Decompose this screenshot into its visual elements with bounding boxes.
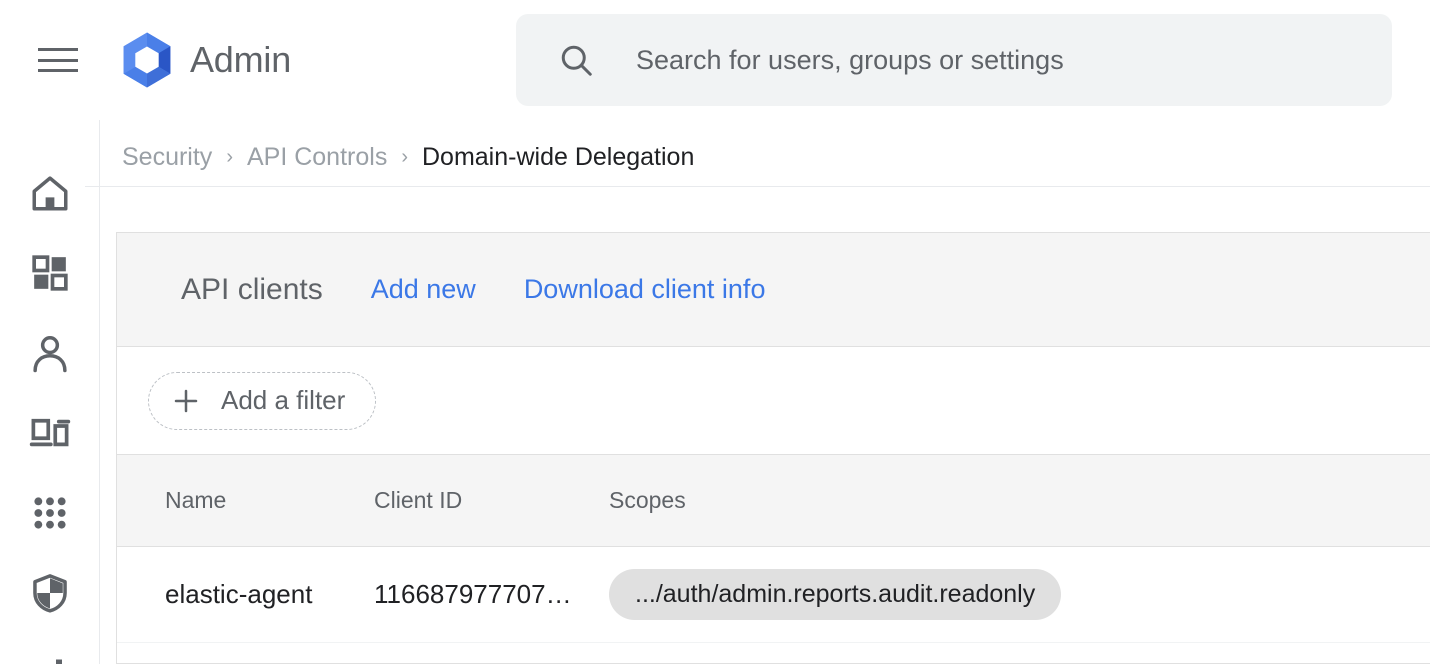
scope-chip[interactable]: .../auth/admin.reports.audit.readonly [609, 569, 1061, 620]
sidebar-item-apps[interactable] [0, 482, 99, 544]
add-new-button[interactable]: Add new [371, 274, 476, 305]
apps-grid-icon [30, 493, 70, 533]
table-body: elastic-agent 116687977707… .../auth/adm… [117, 547, 1430, 643]
header-divider [85, 186, 1430, 187]
column-header-scopes-label: Scopes [609, 487, 686, 514]
search-bar[interactable] [516, 14, 1392, 106]
column-header-name-label: Name [165, 487, 226, 514]
brand-title: Admin [190, 39, 291, 81]
breadcrumb-separator: › [226, 147, 233, 167]
page-title: API clients [181, 273, 323, 307]
sidebar-item-security[interactable] [0, 562, 99, 624]
devices-icon [29, 412, 71, 454]
home-icon [29, 172, 71, 214]
search-input[interactable] [636, 45, 1336, 76]
api-clients-card: API clients Add new Download client info… [116, 232, 1430, 664]
hamburger-bar [38, 59, 78, 62]
dashboard-icon [30, 253, 70, 293]
client-name-value: elastic-agent [165, 579, 312, 610]
column-header-client-id: Client ID [374, 455, 462, 546]
hamburger-menu-icon[interactable] [38, 44, 78, 76]
left-navigation-rail [0, 120, 100, 664]
hamburger-bar [38, 48, 78, 51]
sidebar-item-home[interactable] [0, 162, 99, 224]
breadcrumb-item-domain-wide-delegation: Domain-wide Delegation [422, 143, 694, 172]
sidebar-item-directory[interactable] [0, 322, 99, 384]
person-icon [29, 332, 71, 374]
filter-area: Add a filter [117, 347, 1430, 455]
breadcrumb-item-security[interactable]: Security [122, 143, 212, 172]
sidebar-item-reporting[interactable] [0, 642, 99, 664]
breadcrumb: Security › API Controls › Domain-wide De… [122, 138, 694, 176]
hamburger-bar [38, 69, 78, 72]
breadcrumb-item-api-controls[interactable]: API Controls [247, 143, 387, 172]
table-row[interactable]: elastic-agent 116687977707… .../auth/adm… [117, 547, 1430, 643]
shield-icon [29, 572, 71, 614]
admin-console-page: Admin [0, 0, 1430, 664]
cell-name: elastic-agent [165, 547, 312, 642]
cell-client-id: 116687977707… [374, 547, 572, 642]
cell-scopes: .../auth/admin.reports.audit.readonly [609, 547, 1061, 642]
add-filter-button[interactable]: Add a filter [148, 372, 376, 430]
column-header-name: Name [165, 455, 226, 546]
reporting-icon [32, 655, 68, 664]
column-header-client-id-label: Client ID [374, 487, 462, 514]
plus-icon [171, 386, 201, 416]
brand-home-link[interactable]: Admin [114, 26, 291, 94]
top-app-bar: Admin [0, 0, 1430, 120]
client-id-value: 116687977707… [374, 579, 572, 610]
sidebar-item-devices[interactable] [0, 402, 99, 464]
google-admin-hexagon-logo [114, 27, 180, 93]
breadcrumb-separator: › [401, 147, 408, 167]
download-client-info-button[interactable]: Download client info [524, 274, 766, 305]
add-filter-label: Add a filter [221, 385, 345, 416]
search-icon [558, 42, 594, 78]
card-header: API clients Add new Download client info [117, 233, 1430, 347]
table-header-row: Name Client ID Scopes [117, 455, 1430, 547]
sidebar-item-dashboard[interactable] [0, 242, 99, 304]
column-header-scopes: Scopes [609, 455, 686, 546]
